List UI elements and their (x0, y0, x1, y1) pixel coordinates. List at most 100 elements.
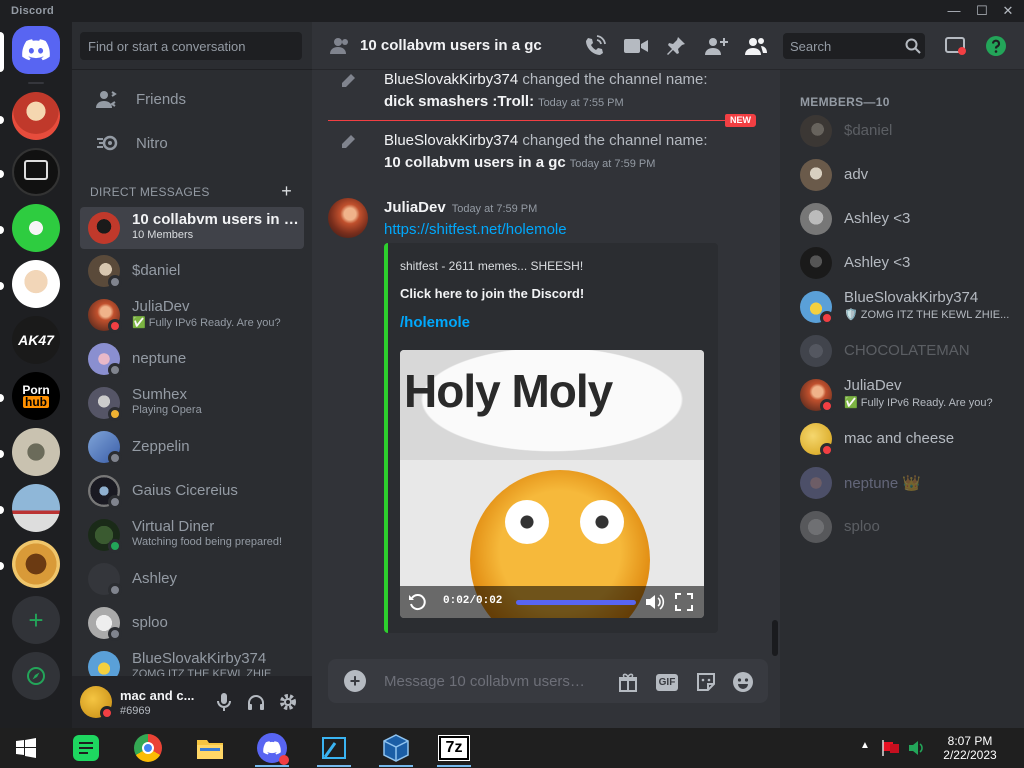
embed-title[interactable]: Click here to join the Discord! (400, 286, 584, 301)
guild-building-icon[interactable] (12, 484, 60, 532)
member-item[interactable]: adv (800, 155, 1020, 195)
member-name: BlueSlovakKirby374 (844, 289, 979, 306)
tray-volume-icon[interactable] (908, 740, 926, 756)
member-name: Ashley <3 (844, 254, 911, 271)
pencil-icon (342, 135, 355, 148)
guild-photo-icon[interactable] (12, 428, 60, 476)
start-button[interactable] (6, 732, 46, 764)
dm-item[interactable]: JuliaDev ✅ Fully IPv6 Ready. Are you? (80, 294, 304, 336)
headphones-icon[interactable] (246, 692, 266, 712)
status-offline-icon (108, 627, 122, 641)
member-list-icon[interactable] (744, 34, 768, 58)
member-item[interactable]: $daniel (800, 111, 1020, 151)
taskbar-notes-app[interactable] (66, 732, 106, 764)
chat-scrollbar[interactable] (772, 620, 778, 656)
explore-servers-button[interactable] (12, 652, 60, 700)
member-item[interactable]: Ashley <3 (800, 199, 1020, 239)
gif-picker-button[interactable]: GIF (654, 670, 680, 694)
guild-red-character-icon[interactable] (12, 92, 60, 140)
guild-burger-icon[interactable] (12, 540, 60, 588)
dm-item[interactable]: sploo (80, 602, 304, 644)
gift-icon[interactable] (616, 670, 640, 694)
plus-icon: + (28, 604, 44, 635)
dm-item[interactable]: Ashley (80, 558, 304, 600)
emoji-picker-icon[interactable] (731, 670, 755, 694)
taskbar-chrome[interactable] (128, 732, 168, 764)
settings-gear-icon[interactable] (278, 692, 298, 712)
microphone-icon[interactable] (214, 692, 234, 712)
attach-plus-icon[interactable]: + (344, 670, 366, 692)
dm-name: neptune (132, 350, 187, 367)
video-caption: Holy Moly (404, 365, 613, 417)
taskbar-snipping-tool[interactable] (314, 732, 354, 767)
fullscreen-icon[interactable] (675, 593, 693, 611)
help-icon[interactable] (984, 34, 1008, 58)
guild-trollface-icon[interactable] (12, 204, 60, 252)
message-action: changed the channel name: (518, 71, 708, 88)
dm-item-group[interactable]: 10 collabvm users in a... 10 Members (80, 207, 304, 249)
inbox-icon[interactable] (944, 34, 968, 58)
member-item[interactable]: JuliaDev ✅ Fully IPv6 Ready. Are you? (800, 375, 1020, 415)
guild-ak47-icon[interactable]: AK47 (12, 316, 60, 364)
tray-clock[interactable]: 8:07 PM 2/22/2023 (940, 734, 1000, 762)
dm-item[interactable]: $daniel (80, 250, 304, 292)
dm-subtitle: 10 Members (132, 229, 194, 241)
embedded-video[interactable]: Holy Moly 0:02/0:02 (400, 350, 704, 618)
pinned-messages-icon[interactable] (664, 34, 688, 58)
embed-link[interactable]: /holemole (400, 314, 470, 331)
guild-ph-logo-icon[interactable]: Porn hub (12, 372, 60, 420)
embed-provider: shitfest - 2611 memes... SHEESH! (400, 259, 584, 273)
channel-title[interactable]: 10 collabvm users in a gc (360, 37, 542, 54)
create-dm-button[interactable]: + (281, 181, 292, 202)
dm-item[interactable]: Virtual Diner Watching food being prepar… (80, 514, 304, 556)
volume-icon[interactable] (645, 594, 665, 610)
tray-overflow-icon[interactable]: ▲ (860, 740, 870, 751)
close-button[interactable]: ✕ (996, 2, 1020, 20)
dm-item[interactable]: BlueSlovakKirby374 ZOMG ITZ THE KEWL ZHI… (80, 646, 304, 676)
message-composer: + Message 10 collabvm users i... GIF (328, 659, 768, 703)
find-conversation-input[interactable]: Find or start a conversation (80, 32, 302, 60)
add-server-button[interactable]: + (12, 596, 60, 644)
voice-call-icon[interactable] (583, 34, 607, 58)
member-item[interactable]: neptune 👑 (800, 463, 1020, 503)
minimize-button[interactable]: — (942, 2, 966, 20)
dm-name: Ashley (132, 570, 178, 587)
video-progress-bar[interactable] (516, 600, 636, 605)
message-author[interactable]: JuliaDev Today at 7:59 PM (384, 199, 537, 216)
video-call-icon[interactable] (624, 34, 648, 58)
friends-nav[interactable]: Friends (80, 78, 304, 120)
guild-peter-griffin-icon[interactable] (12, 260, 60, 308)
tray-flag-icon[interactable] (882, 740, 900, 756)
windows-taskbar: 7z ▲ 8:07 PM 2/22/2023 (0, 728, 1024, 768)
dm-item[interactable]: Zeppelin (80, 426, 304, 468)
maximize-button[interactable]: ☐ (970, 2, 994, 20)
member-item[interactable]: Ashley <3 (800, 243, 1020, 283)
message-author[interactable]: BlueSlovakKirby374 (384, 132, 518, 149)
taskbar-virtualbox[interactable] (376, 732, 416, 767)
member-item[interactable]: BlueSlovakKirby374 🛡️ ZOMG ITZ THE KEWL … (800, 287, 1020, 327)
nitro-nav[interactable]: Nitro (80, 122, 304, 164)
member-item[interactable]: CHOCOLATEMAN (800, 331, 1020, 371)
video-time: 0:02/0:02 (443, 595, 503, 607)
taskbar-7zip[interactable]: 7z (434, 732, 474, 767)
guild-box-logo-icon[interactable] (12, 148, 60, 196)
header-search-input[interactable]: Search (783, 33, 925, 59)
author-name[interactable]: JuliaDev (384, 199, 446, 216)
taskbar-discord[interactable] (252, 732, 292, 767)
message-author[interactable]: BlueSlovakKirby374 (384, 71, 518, 88)
avatar[interactable] (328, 198, 368, 238)
taskbar-file-explorer[interactable] (190, 732, 230, 764)
replay-icon[interactable] (408, 593, 426, 611)
new-channel-name: 10 collabvm users in a gc (384, 154, 566, 171)
sticker-icon[interactable] (694, 670, 718, 694)
add-friends-to-dm-icon[interactable] (704, 34, 728, 58)
member-item[interactable]: sploo (800, 507, 1020, 547)
dm-item[interactable]: Sumhex Playing Opera (80, 382, 304, 424)
dm-item[interactable]: Gaius Cicereius (80, 470, 304, 512)
member-item[interactable]: mac and cheese (800, 419, 1020, 459)
username[interactable]: mac and c... (120, 688, 194, 703)
message-input[interactable]: Message 10 collabvm users i... (384, 673, 589, 690)
message-link[interactable]: https://shitfest.net/holemole (384, 221, 567, 238)
dm-item[interactable]: neptune (80, 338, 304, 380)
home-button[interactable] (12, 26, 60, 74)
